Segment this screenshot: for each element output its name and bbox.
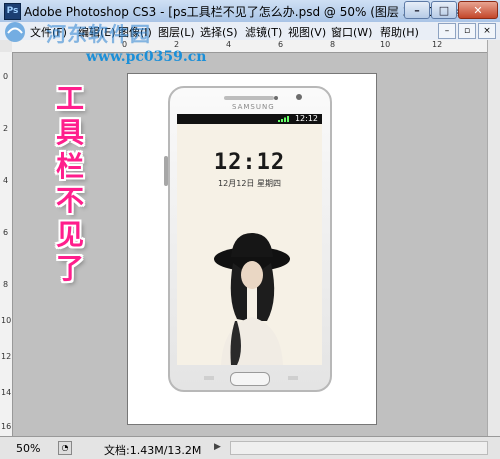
minimize-button[interactable]: –	[404, 1, 430, 19]
annotation-char: 工	[55, 82, 84, 115]
watermark-logo-icon	[5, 22, 25, 42]
phone-side-key	[164, 156, 168, 186]
doc-restore-button[interactable]: ▫	[458, 23, 476, 39]
doc-close-button[interactable]: ×	[478, 23, 496, 39]
watermark-url: www.pc0359.cn	[86, 49, 207, 65]
ruler-label: 10	[1, 316, 12, 325]
phone-brand: SAMSUNG	[232, 103, 275, 111]
ruler-label: 12	[1, 352, 12, 361]
sensor-icon	[274, 96, 278, 100]
menu-select[interactable]: 选择(S)	[200, 24, 238, 40]
phone-screen: 12:12 12:12 12月12日 星期四	[177, 114, 322, 365]
photoshop-icon[interactable]: Ps	[4, 3, 21, 20]
phone-home-button	[230, 372, 270, 386]
menu-softkey-icon	[204, 376, 214, 380]
zoom-level[interactable]: 50%	[16, 442, 40, 455]
watermark-text: 河东软件园	[46, 22, 151, 46]
ruler-label: 8	[330, 40, 336, 49]
ruler-label: 10	[380, 40, 391, 49]
menu-help[interactable]: 帮助(H)	[380, 24, 419, 40]
ruler-label: 8	[3, 280, 9, 289]
annotation-char: 具	[55, 116, 84, 149]
phone-speaker	[224, 96, 274, 100]
lock-screen-date: 12月12日 星期四	[218, 179, 281, 188]
ruler-label: 12	[432, 40, 443, 49]
status-time: 12:12	[294, 114, 318, 123]
vertical-scrollbar[interactable]	[487, 40, 500, 436]
back-softkey-icon	[288, 376, 298, 380]
annotation-char: 不	[55, 184, 84, 217]
document-size-info: 文档:1.43M/13.2M	[104, 444, 202, 457]
annotation-char: 栏	[55, 150, 84, 183]
ruler-label: 4	[226, 40, 232, 49]
ruler-label: 6	[3, 228, 9, 237]
menu-layer[interactable]: 图层(L)	[158, 24, 195, 40]
doc-minimize-button[interactable]: –	[438, 23, 456, 39]
menu-filter[interactable]: 滤镜(T)	[245, 24, 282, 40]
maximize-button[interactable]: □	[431, 1, 457, 19]
ruler-label: 2	[174, 40, 180, 49]
horizontal-scrollbar[interactable]	[230, 441, 488, 455]
ruler-label: 4	[3, 176, 9, 185]
ruler-label: 0	[3, 72, 9, 81]
ruler-label: 14	[1, 388, 12, 397]
ruler-label: 6	[278, 40, 284, 49]
wallpaper-figure	[214, 233, 290, 365]
annotation-vertical-text: 工 具 栏 不 见 了	[50, 82, 90, 286]
annotation-char: 见	[55, 218, 84, 251]
menu-window[interactable]: 窗口(W)	[331, 24, 372, 40]
status-bar: 50% ◔ 文档:1.43M/13.2M ▶	[0, 436, 500, 459]
signal-icon	[278, 116, 289, 122]
vertical-ruler[interactable]: 0 2 4 6 8 10 12 14 16	[0, 52, 13, 436]
front-camera-icon	[296, 94, 302, 100]
menu-view[interactable]: 视图(V)	[288, 24, 326, 40]
lock-screen-time: 12:12	[213, 150, 286, 175]
close-button[interactable]: ✕	[458, 1, 498, 19]
ruler-label: 2	[3, 124, 9, 133]
status-options-icon[interactable]: ◔	[58, 441, 72, 455]
annotation-char: 了	[55, 252, 84, 285]
phone-status-bar: 12:12	[177, 114, 322, 124]
ruler-label: 16	[1, 422, 12, 431]
status-menu-arrow-icon[interactable]: ▶	[214, 442, 221, 452]
